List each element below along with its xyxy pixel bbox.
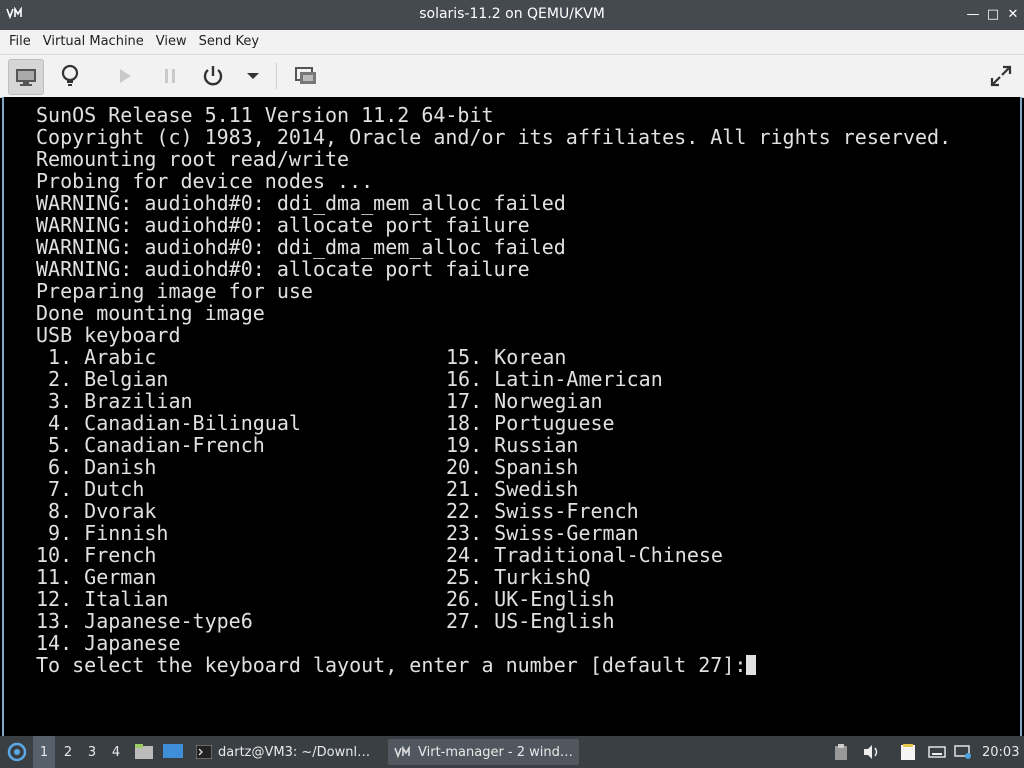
virt-manager-icon — [394, 746, 410, 758]
clock[interactable]: 20:03 — [982, 736, 1019, 768]
menu-view[interactable]: View — [150, 30, 193, 49]
workspace-2[interactable]: 2 — [57, 736, 79, 768]
console-line: Remounting root read/write — [36, 147, 350, 171]
keyboard-option: 9. Finnish — [36, 521, 169, 545]
fullscreen-button[interactable] — [984, 59, 1018, 93]
chevron-down-icon — [247, 73, 259, 79]
menu-send-key[interactable]: Send Key — [193, 30, 265, 49]
file-manager-launcher[interactable] — [134, 736, 154, 768]
snapshots-button[interactable] — [289, 59, 323, 93]
keyboard-icon — [928, 746, 946, 758]
tray-clipboard[interactable] — [834, 736, 848, 768]
tray-volume[interactable] — [862, 736, 880, 768]
keyboard-option: 19. Russian — [446, 433, 579, 457]
maximize-icon[interactable]: □ — [984, 6, 1002, 24]
pause-icon — [165, 69, 175, 83]
minimize-icon[interactable]: — — [964, 6, 982, 24]
power-icon — [203, 66, 223, 86]
clipboard-icon — [835, 744, 847, 760]
keyboard-option: 25. TurkishQ — [446, 565, 591, 589]
keyboard-option: 16. Latin-American — [446, 367, 663, 391]
keyboard-option: 24. Traditional-Chinese — [446, 543, 723, 567]
tray-keyboard[interactable] — [928, 736, 946, 768]
notes-icon — [901, 744, 915, 760]
show-details-button[interactable] — [53, 59, 87, 93]
console-line: Done mounting image — [36, 301, 265, 325]
toolbar-separator — [276, 63, 277, 89]
console-line: WARNING: audiohd#0: allocate port failur… — [36, 257, 530, 281]
close-icon[interactable]: ✕ — [1004, 6, 1022, 24]
console-line: WARNING: audiohd#0: ddi_dma_mem_alloc fa… — [36, 235, 566, 259]
console-prompt: To select the keyboard layout, enter a n… — [36, 653, 747, 677]
console-line: USB keyboard — [36, 323, 181, 347]
menu-file[interactable]: File — [3, 30, 37, 49]
keyboard-option: 27. US-English — [446, 609, 615, 633]
menubar: File Virtual Machine View Send Key — [0, 30, 1024, 55]
taskbar-task-virt-manager[interactable]: Virt-manager - 2 wind… — [388, 739, 579, 765]
keyboard-option: 12. Italian — [36, 587, 169, 611]
keyboard-option: 14. Japanese — [36, 631, 181, 655]
show-desktop-launcher[interactable] — [162, 736, 184, 768]
keyboard-option: 13. Japanese-type6 — [36, 609, 253, 633]
workspace-1[interactable]: 1 — [33, 736, 55, 768]
console-line: Probing for device nodes ... — [36, 169, 374, 193]
keyboard-option: 6. Danish — [36, 455, 157, 479]
keyboard-option: 26. UK-English — [446, 587, 615, 611]
fullscreen-icon — [990, 65, 1012, 87]
network-icon — [954, 745, 971, 759]
text-cursor[interactable] — [746, 655, 757, 675]
keyboard-option: 23. Swiss-German — [446, 521, 639, 545]
task-label: dartz@VM3: ~/Downl… — [218, 744, 371, 760]
keyboard-option: 7. Dutch — [36, 477, 145, 501]
window-title: solaris-11.2 on QEMU/KVM — [419, 6, 605, 22]
console-line: Preparing image for use — [36, 279, 313, 303]
volume-icon — [864, 745, 878, 759]
workspace-3[interactable]: 3 — [81, 736, 103, 768]
keyboard-option: 1. Arabic — [36, 345, 157, 369]
taskbar-task-terminal[interactable]: dartz@VM3: ~/Downl… — [190, 739, 376, 765]
keyboard-option: 4. Canadian-Bilingual — [36, 411, 301, 435]
keyboard-option: 10. French — [36, 543, 157, 567]
task-label: Virt-manager - 2 wind… — [418, 744, 573, 760]
folder-icon — [135, 744, 153, 759]
keyboard-option: 2. Belgian — [36, 367, 169, 391]
tray-network[interactable] — [954, 736, 972, 768]
window-titlebar: solaris-11.2 on QEMU/KVM — □ ✕ — [0, 0, 1024, 30]
keyboard-option: 21. Swedish — [446, 477, 579, 501]
vm-console[interactable]: SunOS Release 5.11 Version 11.2 64-bit C… — [2, 97, 1022, 736]
shutdown-menu-button[interactable] — [236, 59, 270, 93]
taskbar: 1 2 3 4 dartz@VM3: ~/Downl… Virt-manager… — [0, 736, 1024, 768]
toolbar — [0, 55, 1024, 98]
keyboard-option: 17. Norwegian — [446, 389, 603, 413]
keyboard-option: 11. German — [36, 565, 157, 589]
keyboard-option: 3. Brazilian — [36, 389, 193, 413]
keyboard-option: 8. Dvorak — [36, 499, 157, 523]
distro-logo-icon — [7, 742, 27, 762]
keyboard-option: 5. Canadian-French — [36, 433, 265, 457]
console-line: Copyright (c) 1983, 2014, Oracle and/or … — [36, 125, 952, 149]
shutdown-button[interactable] — [196, 59, 230, 93]
snapshot-icon — [295, 67, 316, 84]
start-menu-button[interactable] — [4, 736, 30, 768]
keyboard-option: 20. Spanish — [446, 455, 579, 479]
terminal-icon — [196, 745, 212, 759]
pause-button[interactable] — [153, 59, 187, 93]
monitor-icon — [16, 69, 36, 86]
lightbulb-icon — [61, 64, 79, 86]
play-icon — [120, 69, 131, 83]
console-line: WARNING: audiohd#0: ddi_dma_mem_alloc fa… — [36, 191, 566, 215]
console-line: SunOS Release 5.11 Version 11.2 64-bit — [36, 103, 494, 127]
workspace-4[interactable]: 4 — [105, 736, 127, 768]
keyboard-option: 18. Portuguese — [446, 411, 615, 435]
show-console-button[interactable] — [8, 59, 44, 95]
console-options-column-2: 15. Korean 16. Latin-American 17. Norweg… — [446, 346, 723, 632]
console-line: WARNING: audiohd#0: allocate port failur… — [36, 213, 530, 237]
tray-notes[interactable] — [900, 736, 916, 768]
desktop-icon — [163, 744, 183, 758]
keyboard-option: 15. Korean — [446, 345, 567, 369]
keyboard-option: 22. Swiss-French — [446, 499, 639, 523]
run-button[interactable] — [108, 59, 142, 93]
menu-virtual-machine[interactable]: Virtual Machine — [37, 30, 150, 49]
